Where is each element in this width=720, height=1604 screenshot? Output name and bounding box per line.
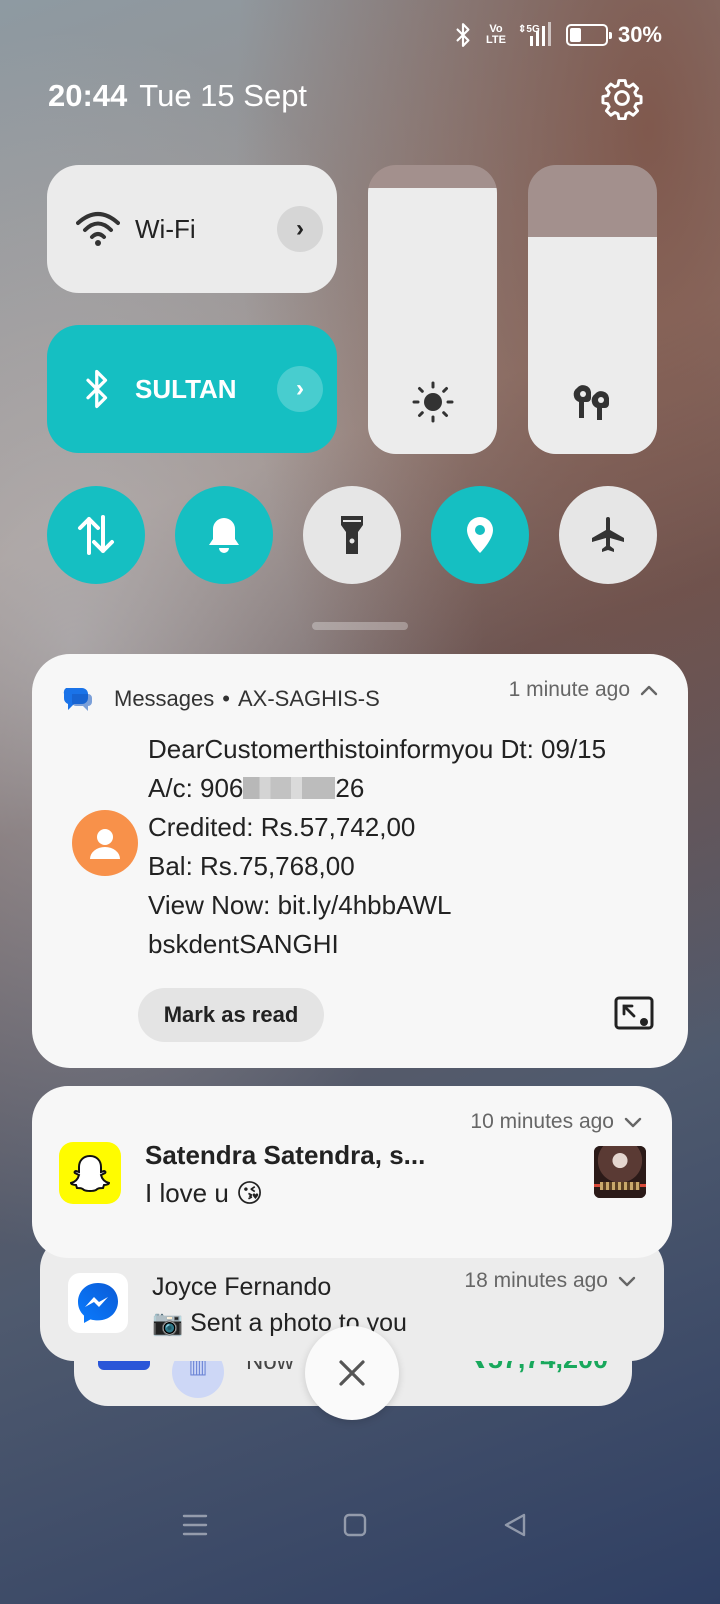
messenger-app-icon (68, 1273, 128, 1333)
snapchat-sender: Satendra Satendra, s... (145, 1140, 426, 1170)
bell-icon (209, 518, 239, 553)
bluetooth-tile[interactable]: SULTAN › (47, 325, 337, 453)
messages-notification[interactable]: Messages • AX-SAGHIS-S 1 minute ago Dear… (32, 654, 688, 1068)
mobile-data-toggle[interactable] (47, 486, 145, 584)
flashlight-icon (341, 516, 363, 554)
messenger-time[interactable]: 18 minutes ago (464, 1269, 636, 1293)
brightness-slider[interactable] (368, 165, 497, 454)
person-icon (90, 829, 120, 859)
message-line: Bal: Rs.75,768,00 (148, 851, 355, 881)
snapchat-app-icon (59, 1142, 121, 1204)
bluetooth-tile-icon (75, 366, 121, 412)
picture-in-picture-icon[interactable] (614, 996, 654, 1032)
bluetooth-device-label: SULTAN (135, 373, 237, 404)
flashlight-toggle[interactable] (303, 486, 401, 584)
messages-app-name: Messages (114, 686, 215, 711)
thumbnail-portrait (594, 1146, 646, 1198)
mark-as-read-button[interactable]: Mark as read (138, 988, 324, 1042)
status-bar: Vo LTE ⇕5G 30% (450, 22, 662, 48)
account-suffix: 26 (335, 773, 365, 803)
settings-gear-icon[interactable] (600, 76, 644, 120)
message-line: View Now: bit.ly/4hbbAWL (148, 890, 452, 920)
wifi-icon (75, 206, 121, 252)
messenger-time-text: 18 minutes ago (464, 1269, 608, 1292)
chevron-up-icon[interactable] (640, 684, 658, 696)
wifi-label: Wi-Fi (135, 213, 196, 244)
date-time: 20:44 Tue 15 Sept (48, 78, 307, 114)
clock-date: Tue 15 Sept (139, 78, 308, 113)
header-separator: • (222, 686, 230, 711)
volume-slider[interactable] (528, 165, 657, 454)
snapchat-profile-thumbnail (594, 1146, 646, 1198)
clear-all-button[interactable] (305, 1326, 399, 1420)
data-arrows-icon (78, 515, 114, 555)
message-body: DearCustomerthistoinformyou Dt: 09/15 A/… (148, 730, 606, 964)
brightness-sun-icon (368, 380, 497, 424)
menu-recents-icon[interactable] (180, 1510, 210, 1540)
bluetooth-chevron-right-icon[interactable]: › (277, 366, 323, 412)
volte-icon: Vo LTE (486, 24, 506, 46)
bluetooth-icon (456, 23, 470, 47)
snapchat-time-text: 10 minutes ago (470, 1110, 614, 1133)
panel-drag-handle[interactable] (312, 622, 408, 630)
wifi-tile[interactable]: Wi-Fi › (47, 165, 337, 293)
navigation-bar (0, 1500, 720, 1550)
contact-avatar (72, 810, 138, 876)
message-line: DearCustomerthistoinformyou Dt: 09/15 (148, 734, 607, 764)
snapchat-time[interactable]: 10 minutes ago (470, 1110, 642, 1134)
home-icon[interactable] (340, 1510, 370, 1540)
back-icon[interactable] (500, 1510, 530, 1540)
location-icon (467, 517, 493, 553)
messages-sender: AX-SAGHIS-S (237, 686, 380, 711)
battery-icon (565, 24, 612, 46)
redacted-digits (243, 777, 336, 799)
clock-time: 20:44 (48, 78, 128, 113)
chevron-down-icon[interactable] (618, 1275, 636, 1287)
snapchat-notification[interactable]: Satendra Satendra, s... I love u 😘 10 mi… (32, 1086, 672, 1258)
wifi-chevron-right-icon[interactable]: › (277, 206, 323, 252)
battery-fill (569, 28, 582, 42)
account-prefix: A/c: 906 (148, 773, 244, 803)
messenger-sender: Joyce Fernando (152, 1273, 332, 1301)
messages-app-icon (63, 688, 92, 711)
message-line: bskdentSANGHI (148, 929, 339, 959)
earbuds-icon (528, 380, 657, 424)
chevron-down-icon[interactable] (624, 1116, 642, 1128)
location-toggle[interactable] (431, 486, 529, 584)
thumbnail-collar (600, 1182, 640, 1190)
battery-percent: 30% (617, 22, 662, 47)
message-line: Credited: Rs.57,742,00 (148, 812, 416, 842)
snapchat-text: I love u 😘 (145, 1178, 264, 1208)
signal-icon: ⇕5G (518, 22, 551, 46)
messages-time[interactable]: 1 minute ago (509, 678, 658, 702)
account-line: A/c: 906 26 (148, 769, 606, 808)
airplane-icon (592, 517, 624, 552)
close-icon (339, 1360, 365, 1386)
volte-line2: LTE (485, 34, 506, 46)
airplane-mode-toggle[interactable] (559, 486, 657, 584)
messages-time-text: 1 minute ago (508, 678, 630, 701)
notification-sound-toggle[interactable] (175, 486, 273, 584)
